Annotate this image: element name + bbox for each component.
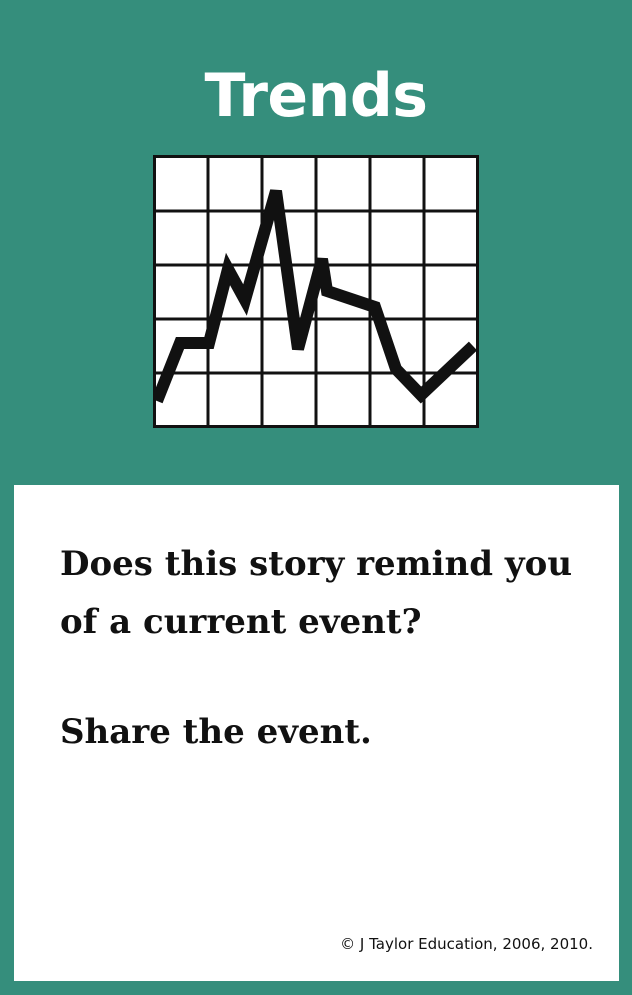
instruction-text: Share the event. (60, 712, 372, 752)
card-title: Trends (204, 61, 429, 131)
question-text: Does this story remind you of a current … (60, 544, 573, 642)
copyright-notice: © J Taylor Education, 2006, 2010. (340, 935, 593, 953)
question-panel: Does this story remind you of a current … (14, 485, 619, 981)
trends-card: Trends Does this story remind you of a c… (0, 0, 632, 995)
line-chart-icon (153, 155, 479, 428)
